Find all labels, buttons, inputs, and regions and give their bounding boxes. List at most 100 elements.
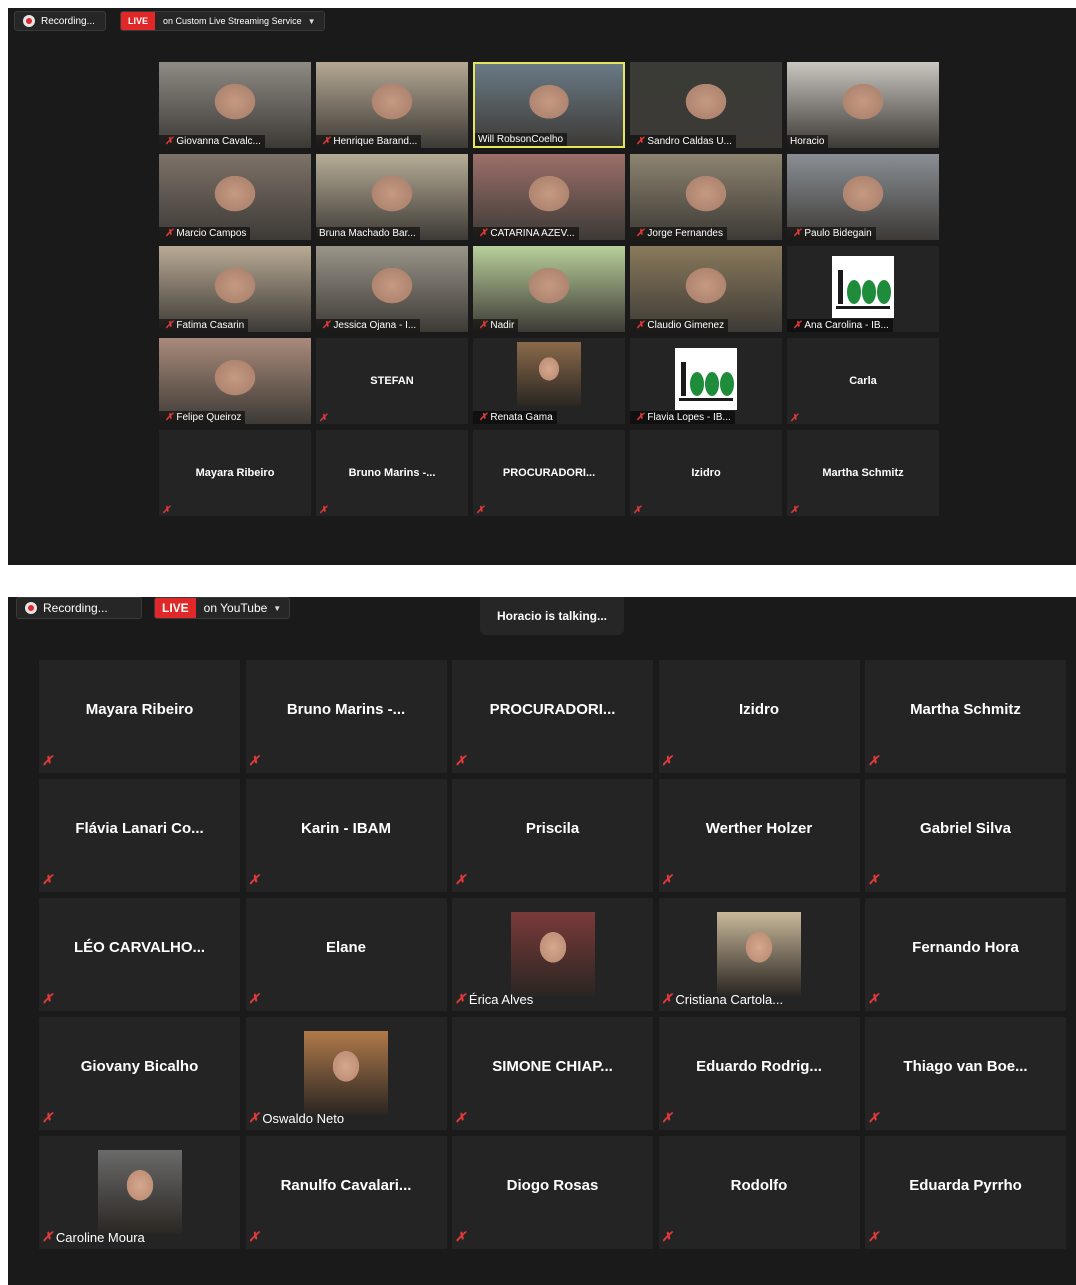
participant-tile[interactable]: Martha Schmitz ✗	[865, 660, 1066, 773]
active-speaker-banner: Horacio is talking...	[480, 597, 624, 635]
participant-tile[interactable]: ✗ Jorge Fernandes	[630, 154, 782, 240]
muted-mic-icon: ✗	[479, 228, 488, 239]
participant-name-center: Izidro	[691, 467, 721, 479]
participant-label: ✗ Marcio Campos	[159, 227, 251, 240]
participant-tile[interactable]: Izidro ✗	[630, 430, 782, 516]
participant-photo	[510, 912, 595, 996]
participant-tile[interactable]: Karin - IBAM ✗	[245, 779, 447, 892]
participant-tile[interactable]: PROCURADORI... ✗	[473, 430, 625, 516]
recording-indicator[interactable]: Recording...	[16, 597, 142, 619]
participant-tile[interactable]: ✗ Paulo Bidegain	[787, 154, 939, 240]
participant-tile[interactable]: Will RobsonCoelho	[473, 62, 625, 148]
participant-tile[interactable]: SIMONE CHIAP... ✗	[452, 1017, 653, 1130]
participant-tile[interactable]: Eduardo Rodrig... ✗	[658, 1017, 860, 1130]
muted-mic-icon: ✗	[319, 505, 328, 516]
participant-tile[interactable]: Diogo Rosas ✗	[452, 1136, 653, 1249]
participant-tile[interactable]: ✗ Renata Gama	[473, 338, 625, 424]
participant-tile[interactable]: STEFAN ✗	[316, 338, 468, 424]
participant-tile[interactable]: Bruno Marins -... ✗	[316, 430, 468, 516]
participant-tile[interactable]: ✗ Érica Alves	[452, 898, 653, 1011]
participant-tile[interactable]: Martha Schmitz ✗	[787, 430, 939, 516]
muted-mic-icon: ✗	[248, 1110, 260, 1125]
muted-mic-icon: ✗	[42, 753, 53, 768]
muted-mic-icon: ✗	[455, 1110, 466, 1125]
participant-tile[interactable]: Fernando Hora ✗	[865, 898, 1066, 1011]
participant-tile[interactable]: PROCURADORI... ✗	[452, 660, 653, 773]
participant-label: ✗ Giovanna Cavalc...	[159, 135, 265, 148]
participant-tile[interactable]: ✗ Giovanna Cavalc...	[159, 62, 311, 148]
participant-tile[interactable]: Carla ✗	[787, 338, 939, 424]
participant-tile[interactable]: ✗ Claudio Gimenez	[630, 246, 782, 332]
participant-tile[interactable]: ✗ Jessica Ojana - I...	[316, 246, 468, 332]
muted-mic-icon: ✗	[165, 136, 174, 147]
participant-label: ✗ Jessica Ojana - I...	[316, 319, 421, 332]
participant-label: ✗	[868, 872, 879, 888]
recording-indicator[interactable]: Recording...	[14, 11, 106, 31]
participant-tile[interactable]: ✗ Felipe Queiroz	[159, 338, 311, 424]
participant-label: ✗	[42, 753, 53, 769]
participant-tile[interactable]: ✗ Oswaldo Neto	[245, 1017, 447, 1130]
participant-name: Cristiana Cartola...	[675, 991, 784, 1007]
participant-label: ✗	[868, 753, 879, 769]
recording-label: Recording...	[41, 15, 95, 27]
participant-tile[interactable]: Mayara Ribeiro ✗	[159, 430, 311, 516]
participant-name: Nadir	[490, 320, 515, 331]
participant-tile[interactable]: ✗ Henrique Barand...	[316, 62, 468, 148]
participant-tile[interactable]: Werther Holzer ✗	[658, 779, 860, 892]
participant-label: ✗	[455, 1110, 466, 1126]
participant-label: ✗	[316, 505, 327, 516]
participant-name-center: Diogo Rosas	[506, 1177, 599, 1194]
participant-label: Will RobsonCoelho	[475, 133, 568, 146]
participant-tile[interactable]: ✗ Ana Carolina - IB...	[787, 246, 939, 332]
participant-tile[interactable]: Gabriel Silva ✗	[865, 779, 1066, 892]
participant-label: ✗	[630, 505, 641, 516]
participant-tile[interactable]: Priscila ✗	[452, 779, 653, 892]
participant-name-center: Fernando Hora	[912, 939, 1019, 956]
participant-tile[interactable]: Eduarda Pyrrho ✗	[865, 1136, 1066, 1249]
participant-tile[interactable]: ✗ Caroline Moura	[39, 1136, 240, 1249]
participant-name-center: Izidro	[739, 701, 779, 718]
participant-tile[interactable]: ✗ Nadir	[473, 246, 625, 332]
live-stream-dropdown[interactable]: LIVE on YouTube ▼	[154, 597, 291, 619]
participant-name-center: PROCURADORI...	[502, 467, 596, 479]
participant-tile[interactable]: Horacio	[787, 62, 939, 148]
participant-tile[interactable]: ✗ Sandro Caldas U...	[630, 62, 782, 148]
participant-tile[interactable]: Bruna Machado Bar...	[316, 154, 468, 240]
participant-name: Claudio Gimenez	[647, 320, 725, 331]
participant-name: Paulo Bidegain	[804, 228, 872, 239]
participant-tile[interactable]: Elane ✗	[245, 898, 447, 1011]
participant-tile[interactable]: Izidro ✗	[658, 660, 860, 773]
muted-mic-icon: ✗	[868, 1229, 879, 1244]
participant-tile[interactable]: Flávia Lanari Co... ✗	[39, 779, 240, 892]
participant-tile[interactable]: Bruno Marins -... ✗	[245, 660, 447, 773]
muted-mic-icon: ✗	[162, 505, 171, 516]
participant-tile[interactable]: ✗ Fatima Casarin	[159, 246, 311, 332]
participant-photo	[304, 1031, 388, 1115]
participant-label: ✗	[249, 991, 260, 1007]
participant-tile[interactable]: ✗ Cristiana Cartola...	[658, 898, 860, 1011]
participant-tile[interactable]: Ranulfo Cavalari... ✗	[245, 1136, 447, 1249]
live-target-label: on Custom Live Streaming Service	[163, 16, 302, 26]
participant-name-center: Bruno Marins -...	[286, 701, 406, 718]
muted-mic-icon: ✗	[661, 1229, 673, 1244]
participant-name: Sandro Caldas U...	[647, 136, 732, 147]
muted-mic-icon: ✗	[793, 228, 802, 239]
participant-tile[interactable]: LÉO CARVALHO... ✗	[39, 898, 240, 1011]
participant-name-center: Giovany Bicalho	[80, 1058, 199, 1075]
participant-tile[interactable]: ✗ CATARINA AZEV...	[473, 154, 625, 240]
participant-tile[interactable]: Rodolfo ✗	[658, 1136, 860, 1249]
participant-label: ✗	[662, 872, 673, 888]
participant-tile[interactable]: Mayara Ribeiro ✗	[39, 660, 240, 773]
participant-tile[interactable]: Thiago van Boe... ✗	[865, 1017, 1066, 1130]
muted-mic-icon: ✗	[42, 991, 53, 1006]
participant-tile[interactable]: Giovany Bicalho ✗	[39, 1017, 240, 1130]
live-stream-dropdown[interactable]: LIVE on Custom Live Streaming Service ▼	[120, 11, 325, 31]
participant-name-center: Eduardo Rodrig...	[696, 1058, 822, 1075]
muted-mic-icon: ✗	[479, 320, 488, 331]
participant-label: ✗	[42, 991, 53, 1007]
muted-mic-icon: ✗	[636, 228, 645, 239]
participant-tile[interactable]: ✗ Marcio Campos	[159, 154, 311, 240]
participant-name: Horacio	[790, 136, 825, 147]
participant-tile[interactable]: ✗ Flavia Lopes - IB...	[630, 338, 782, 424]
cloud-record-icon	[25, 602, 37, 614]
